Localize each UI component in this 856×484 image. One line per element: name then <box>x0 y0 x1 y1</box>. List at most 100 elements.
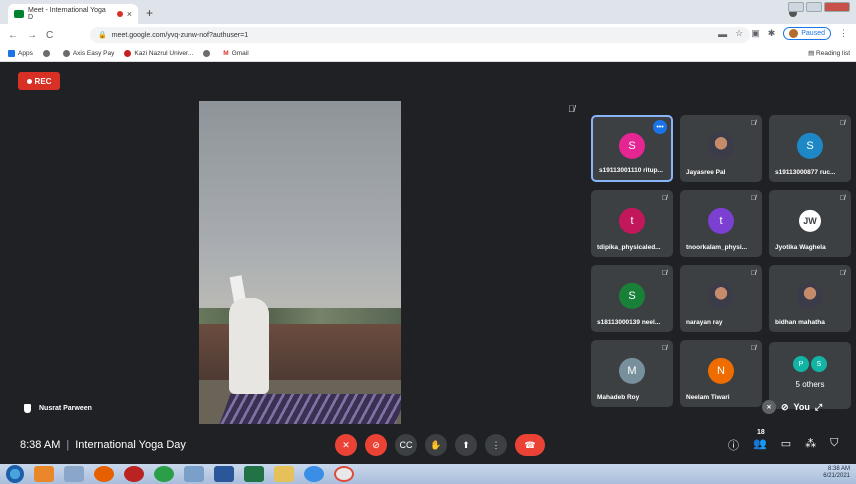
app-icon[interactable] <box>124 466 144 482</box>
participant-tile[interactable]: S 🎙̸ s18113000139 neel... <box>591 265 673 332</box>
more-options-icon[interactable]: ••• <box>653 120 667 134</box>
camera-icon[interactable]: ▬ <box>718 29 727 39</box>
participant-tile[interactable]: JW 🎙̸ Jyotika Waghela <box>769 190 851 257</box>
bookmarks-bar: Apps Axis Easy Pay Kazi Nazrul Univer...… <box>0 46 856 62</box>
avatar: t <box>708 207 734 234</box>
university-icon <box>124 50 132 57</box>
participant-name: Neelam Tiwari <box>686 394 730 401</box>
extension-icon[interactable]: ▣ <box>751 28 760 39</box>
system-tray[interactable]: 8:38 AM 6/21/2021 <box>823 466 850 480</box>
ie-icon[interactable] <box>304 466 324 482</box>
forward-arrow-icon[interactable]: → <box>27 30 37 41</box>
others-avatars: P S <box>793 356 827 372</box>
participant-tile[interactable]: S ••• s19113001110 ritup... <box>591 115 673 182</box>
maximize-button[interactable] <box>806 2 822 12</box>
firefox-icon[interactable] <box>94 466 114 482</box>
main-video-feed[interactable] <box>199 101 401 424</box>
leave-call-button[interactable]: ☎ <box>515 434 545 456</box>
bookmark-kazi[interactable]: Kazi Nazrul Univer... <box>124 50 193 57</box>
folder-icon[interactable] <box>274 466 294 482</box>
apps-grid-icon <box>8 50 15 57</box>
start-button[interactable] <box>6 465 24 483</box>
chrome-active-icon[interactable] <box>334 466 354 482</box>
bookmark-globe[interactable] <box>42 50 53 57</box>
file-icon[interactable] <box>64 466 84 482</box>
others-count: 5 others <box>795 380 825 389</box>
info-icon[interactable]: ⓘ <box>728 437 739 453</box>
muted-mic-icon: 🎙̸ <box>839 195 845 202</box>
profile-button[interactable]: Paused <box>783 27 831 40</box>
raise-hand-button[interactable]: ✋ <box>425 434 447 456</box>
bookmark-gmail[interactable]: M Gmail <box>223 50 248 57</box>
participant-tile[interactable]: N 🎙̸ Neelam Tiwari <box>680 340 762 407</box>
minimize-button[interactable] <box>788 2 804 12</box>
avatar <box>789 29 799 38</box>
bookmark-axis[interactable]: Axis Easy Pay <box>62 50 114 57</box>
star-icon[interactable]: ☆ <box>735 28 743 39</box>
muted-mic-icon: 🎙̸ <box>839 270 845 277</box>
media-player-icon[interactable] <box>34 466 54 482</box>
reload-icon[interactable]: C <box>46 30 53 41</box>
pin-icon[interactable] <box>24 404 31 413</box>
self-label: You <box>793 402 810 412</box>
word-icon[interactable] <box>214 466 234 482</box>
participant-name: Jyotika Waghela <box>775 244 826 251</box>
puzzle-icon[interactable]: ✱ <box>768 28 776 39</box>
url-text: meet.google.com/yvq-zunw-nof?authuser=1 <box>111 31 249 39</box>
meeting-info: 8:38 AM | International Yoga Day <box>20 439 186 451</box>
more-options-button[interactable]: ⋮ <box>485 434 507 456</box>
muted-mic-icon: 🎙̸ <box>750 195 756 202</box>
present-button[interactable]: ⬆ <box>455 434 477 456</box>
profile-status: Paused <box>801 30 825 37</box>
captions-button[interactable]: CC <box>395 434 417 456</box>
participant-tile[interactable]: M 🎙̸ Mahadeb Roy <box>591 340 673 407</box>
tab-close-icon[interactable]: × <box>127 9 132 19</box>
browser-tab-meet[interactable]: Meet - International Yoga D × <box>8 4 138 24</box>
activities-icon[interactable]: ⁂ <box>805 437 816 453</box>
muted-mic-icon: 🎙̸ <box>661 195 667 202</box>
people-count: 18 <box>757 429 765 436</box>
globe-icon <box>42 50 50 57</box>
presenter-name: Nusrat Parween <box>39 405 92 412</box>
participant-tile[interactable]: 🎙̸ narayan ray <box>680 265 762 332</box>
self-mic-off-icon[interactable]: ✕ <box>762 400 776 414</box>
chrome-icon[interactable] <box>154 466 174 482</box>
back-arrow-icon[interactable]: ← <box>8 30 18 41</box>
new-tab-button[interactable]: + <box>146 6 153 20</box>
reading-list-button[interactable]: ▤ Reading list <box>808 49 850 57</box>
participant-tile[interactable]: S 🎙̸ s19113000877 ruc... <box>769 115 851 182</box>
participant-tile[interactable]: t 🎙̸ tnoorkalam_physi... <box>680 190 762 257</box>
browser-tab-strip: Meet - International Yoga D × + <box>0 0 856 24</box>
window-controls <box>788 2 850 12</box>
self-camera-off-icon[interactable]: ⊘ <box>781 402 789 413</box>
url-field[interactable]: 🔒 meet.google.com/yvq-zunw-nof?authuser=… <box>90 27 750 43</box>
avatar: S <box>619 132 645 159</box>
bookmark-globe-2[interactable] <box>203 50 213 57</box>
muted-mic-icon: 🎙̸ <box>750 345 756 352</box>
browser-menu-icon[interactable]: ⋮ <box>839 28 848 39</box>
muted-mic-icon: 🎙̸ <box>568 104 575 114</box>
participant-tile[interactable]: t 🎙̸ tdipika_physicaled... <box>591 190 673 257</box>
participant-tile[interactable]: 🎙̸ Jayasree Pal <box>680 115 762 182</box>
people-button[interactable]: 18 👥 <box>753 429 767 453</box>
muted-mic-icon: 🎙̸ <box>750 270 756 277</box>
paint-icon[interactable] <box>184 466 204 482</box>
avatar: M <box>619 357 645 384</box>
participant-name: narayan ray <box>686 319 723 326</box>
tab-title: Meet - International Yoga D <box>27 7 106 21</box>
host-controls-icon[interactable]: ⛉ <box>830 437 838 453</box>
participant-name: s18113000139 neel... <box>597 319 661 326</box>
meet-favicon-icon <box>14 10 24 18</box>
toolbar-actions: ▬ ☆ ▣ ✱ Paused ⋮ <box>718 27 848 40</box>
camera-off-button[interactable]: ⊘ <box>365 434 387 456</box>
excel-icon[interactable] <box>244 466 264 482</box>
muted-mic-icon: 🎙̸ <box>839 120 845 127</box>
bookmark-apps[interactable]: Apps <box>8 50 33 57</box>
participant-tile[interactable]: 🎙̸ bidhan mahatha <box>769 265 851 332</box>
others-tile[interactable]: P S 5 others <box>769 342 851 409</box>
gmail-icon: M <box>223 50 229 57</box>
chat-icon[interactable]: ▭ <box>781 437 791 453</box>
mic-off-button[interactable]: ✕ <box>335 434 357 456</box>
close-window-button[interactable] <box>824 2 850 12</box>
expand-icon[interactable]: ⤢ <box>815 402 822 413</box>
